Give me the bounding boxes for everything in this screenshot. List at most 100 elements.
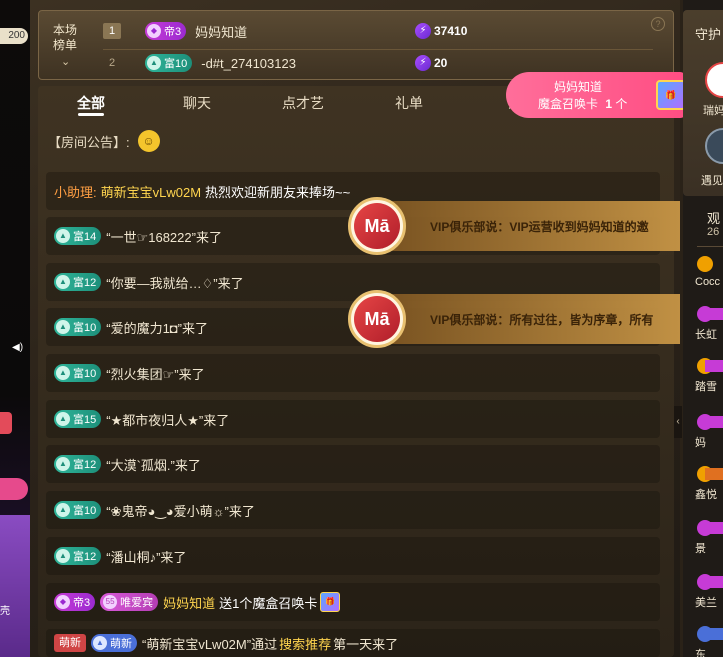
rich-level-badge: ▲ 富12 (54, 547, 102, 565)
message-body[interactable]: “萌新宝宝vLw02M”通过 (142, 637, 277, 652)
viewer-item[interactable]: 美兰 (695, 574, 723, 614)
gift-popup-count: 1 (605, 97, 613, 111)
viewer-name: 鑫悦 (695, 489, 717, 501)
room-notice: 【房间公告】: ☺ (48, 130, 160, 152)
vip-club-banner[interactable]: Mā VIP俱乐部说：VIP运营收到妈妈知道的邀 (348, 197, 680, 255)
ranking-username[interactable]: 妈妈知道 (195, 22, 247, 41)
ranking-username[interactable]: -d#t_274103123 (201, 56, 296, 71)
tab-talent[interactable]: 点才艺 (250, 86, 356, 120)
viewer-item[interactable]: Cocc (695, 256, 723, 296)
vip-banner-text: VIP俱乐部说：所有过往，皆为序章，所有 (430, 312, 654, 327)
rich-level-badge: ▲ 富12 (54, 455, 102, 473)
emperor-level-badge: ◆ 帝3 (54, 593, 96, 611)
message-text[interactable]: “烈火集团☞”来了 (106, 364, 204, 383)
volume-icon[interactable]: ◀) (12, 342, 23, 353)
viewer-item[interactable]: 妈 (695, 414, 723, 454)
chat-panel: 全部 聊天 点才艺 礼单 活 【房间公告】: ☺ 小助理:萌新宝宝vLw02M热… (38, 86, 674, 657)
message-text[interactable]: “★都市夜归人★”来了 (106, 410, 229, 429)
message-text[interactable]: “爱的魔力1◘”来了 (106, 318, 208, 337)
join-message: ▲ 富12 “潘山桐♪”来了 (46, 537, 660, 575)
viewer-name: 长虹 (695, 329, 717, 341)
level-bar (705, 308, 723, 320)
badge-label: 富10 (73, 505, 97, 517)
ranking-row[interactable]: 2 ▲ 富10 -d#t_274103123 ⚡ 20 (103, 52, 663, 74)
viewers-title[interactable]: 观 (707, 208, 720, 227)
gift-popup-line: 魔盒召唤卡 1 个 (538, 95, 627, 112)
message-text[interactable]: “大漠`孤烟.”来了 (106, 455, 201, 474)
message-text[interactable]: “潘山桐♪”来了 (106, 547, 186, 566)
message-username[interactable]: 萌新宝宝vLw02M (101, 185, 201, 200)
join-message: 萌新 ▲ 萌新 “萌新宝宝vLw02M”通过 搜索推荐 第一天来了 (46, 629, 660, 657)
rich-level-badge: ▲ 富12 (54, 273, 102, 291)
rich-level-icon: ▲ (56, 412, 70, 426)
newbie-icon: ▲ (93, 636, 107, 650)
rank-number: 1 (103, 23, 121, 39)
tab-gifts[interactable]: 礼单 (356, 86, 462, 120)
badge-label: 富14 (73, 231, 97, 243)
search-recommend-link[interactable]: 搜索推荐 (279, 637, 331, 652)
rank-number: 2 (108, 57, 116, 69)
newbie-tag: 萌新 (54, 634, 86, 652)
vip-banner-text: VIP俱乐部说：VIP运营收到妈妈知道的邀 (430, 219, 649, 234)
badge-label: 富10 (73, 322, 97, 334)
ranking-title[interactable]: 本场榜单 (53, 23, 83, 53)
rich-level-badge: ▲ 富14 (54, 227, 102, 245)
ranking-row[interactable]: 1 ◆ 帝3 妈妈知道 ⚡ 37410 (103, 20, 663, 42)
collapse-chevron-icon[interactable]: ‹ (674, 406, 682, 438)
viewer-name: 东 (695, 649, 706, 657)
left-count-badge: 200 (0, 28, 28, 44)
viewer-item[interactable]: 东 (695, 626, 723, 657)
badge-label: 富15 (73, 414, 97, 426)
vip-club-banner[interactable]: Mā VIP俱乐部说：所有过往，皆为序章，所有 (348, 290, 680, 348)
ranking-score: ⚡ 20 (415, 55, 447, 71)
guard-title[interactable]: 守护 (695, 24, 721, 43)
badge-label: 富10 (73, 368, 97, 380)
message-text: “萌新宝宝vLw02M”通过 搜索推荐 第一天来了 (142, 634, 398, 653)
rich-level-badge: ▲ 富10 (54, 364, 102, 382)
viewer-name: Cocc (695, 276, 721, 288)
rich-level-icon: ▲ (56, 229, 70, 243)
viewer-item[interactable]: 长虹 (695, 306, 723, 346)
message-text[interactable]: “一世☞168222”来了 (106, 227, 222, 246)
left-promo-label: 壳 (0, 606, 10, 617)
vip-club-logo-text: Mā (354, 296, 400, 342)
join-message: ▲ 富12 “大漠`孤烟.”来了 (46, 445, 660, 483)
smile-emoji-icon: ☺ (137, 130, 160, 152)
badge-label: 帝3 (73, 597, 91, 609)
tab-chat[interactable]: 聊天 (144, 86, 250, 120)
viewer-name: 景 (695, 543, 706, 555)
tab-all[interactable]: 全部 (38, 86, 144, 120)
left-pink-tag[interactable] (0, 478, 28, 500)
score-value: 20 (434, 56, 448, 70)
chevron-down-icon[interactable]: ⌄ (61, 55, 70, 68)
guard-name: 遇见 (701, 175, 723, 187)
room-ranking: 本场榜单 ⌄ ? 1 ◆ 帝3 妈妈知道 ⚡ 37410 2 ▲ 富10 -d#… (38, 10, 674, 80)
vip-level: 55 (103, 595, 118, 609)
viewers-count: 26 (707, 226, 720, 238)
diamond-icon: ◆ (56, 595, 70, 609)
message-text[interactable]: “❀鬼帝◕‿◕爱小萌☼”来了 (106, 501, 255, 520)
gift-popup[interactable]: 妈妈知道 魔盒召唤卡 1 个 🎁 (506, 72, 686, 118)
viewer-item[interactable]: 鑫悦 (695, 466, 723, 506)
rich-level-badge: ▲ 富15 (54, 410, 102, 428)
lightning-icon: ⚡ (415, 55, 431, 71)
message-suffix: 第一天来了 (333, 636, 399, 652)
rich-level-icon: ▲ (56, 275, 70, 289)
gift-action: 送1个魔盒召唤卡 (219, 595, 318, 611)
vip-label: 唯爱宾 (120, 597, 154, 609)
message-username[interactable]: 妈妈知道 (163, 593, 215, 612)
message-text[interactable]: “你要—我就给…♢”来了 (106, 273, 243, 292)
join-message: ▲ 富10 “烈火集团☞”来了 (46, 354, 660, 392)
rich-level-badge: ▲ 富10 (54, 318, 102, 336)
badge-label: 富12 (73, 459, 97, 471)
rich-level-icon: ▲ (56, 503, 70, 517)
viewer-item[interactable]: 景 (695, 520, 723, 560)
gift-popup-unit: 个 (615, 97, 628, 111)
ranking-score: ⚡ 37410 (415, 23, 467, 39)
left-promo-banner[interactable] (0, 515, 30, 657)
rich-level-icon: ▲ (56, 320, 70, 334)
viewer-item[interactable]: 踏雪 (695, 358, 723, 398)
rich-level-badge: ▲ 富10 (54, 501, 102, 519)
badge-label: 富10 (164, 58, 188, 70)
viewer-name: 踏雪 (695, 381, 717, 393)
